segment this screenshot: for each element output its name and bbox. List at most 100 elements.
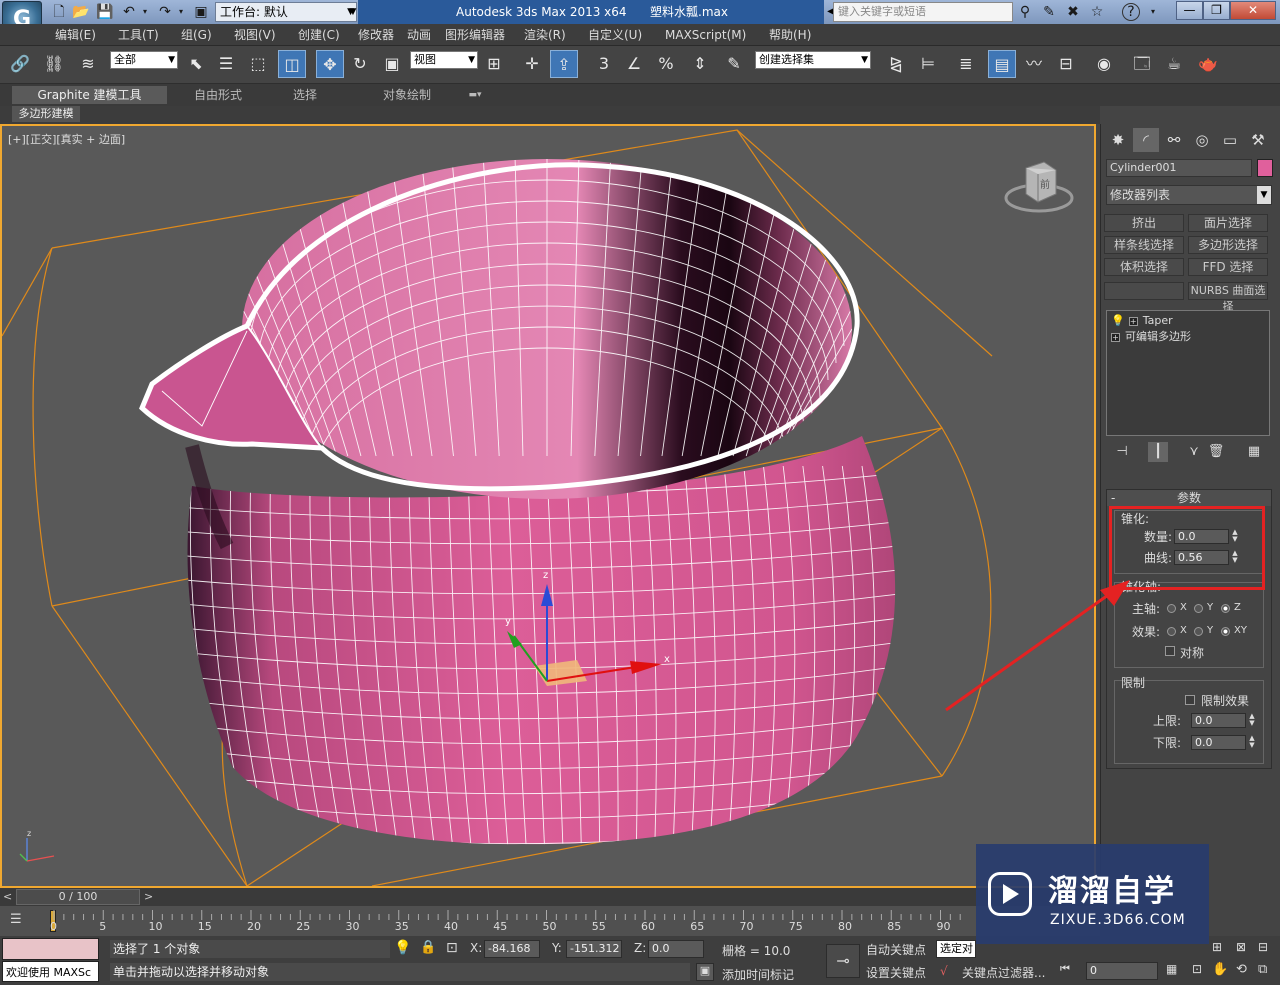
menu-edit[interactable]: 编辑(E): [52, 24, 99, 46]
schematic-view-icon[interactable]: ⊟: [1052, 50, 1080, 78]
zoom-all-icon[interactable]: ⊠: [1236, 940, 1246, 954]
viewport-perspective[interactable]: z x y z [+][正交][真实 + 边面] 前: [0, 124, 1096, 888]
selected-dropdown[interactable]: 选定对: [936, 940, 976, 958]
current-frame-field[interactable]: 0: [1086, 962, 1158, 980]
zoom-extents-all-icon[interactable]: ⊟: [1258, 940, 1268, 954]
tab-freeform[interactable]: 自由形式: [180, 86, 256, 104]
make-unique-icon[interactable]: ⋎: [1184, 442, 1204, 462]
menu-create[interactable]: 创建(C): [295, 24, 343, 46]
percent-snap-icon[interactable]: %: [652, 50, 680, 78]
object-color-swatch[interactable]: [1257, 159, 1273, 177]
search-input[interactable]: 键入关键字或短语: [833, 2, 1013, 22]
add-time-tag[interactable]: 添加时间标记: [722, 966, 794, 983]
material-editor-icon[interactable]: ◉: [1090, 50, 1118, 78]
angle-snap-icon[interactable]: ∠: [620, 50, 648, 78]
minimize-button[interactable]: —: [1176, 1, 1203, 20]
help-dropdown-icon[interactable]: ▾: [1144, 3, 1162, 21]
time-config-icon[interactable]: ▦: [1166, 962, 1177, 976]
select-rotate-icon[interactable]: ↻: [346, 50, 374, 78]
zoom-extents-icon[interactable]: ⊡: [1192, 962, 1202, 976]
lower-limit-spinner[interactable]: 0.0: [1191, 735, 1246, 750]
redo-icon[interactable]: ↷: [156, 3, 174, 21]
pivot-center-icon[interactable]: ⊞: [480, 50, 508, 78]
motion-tab-icon[interactable]: ◎: [1189, 128, 1215, 152]
save-icon[interactable]: 💾: [96, 3, 114, 21]
ffd-select-button[interactable]: FFD 选择: [1188, 258, 1268, 276]
y-coord-field[interactable]: -151.312: [566, 940, 622, 958]
empty-modifier-button[interactable]: [1104, 282, 1184, 300]
rect-selection-icon[interactable]: ⬚: [244, 50, 272, 78]
isolate-selection-icon[interactable]: 💡: [394, 940, 411, 956]
utilities-tab-icon[interactable]: ⚒: [1245, 128, 1271, 152]
effect-y-radio[interactable]: [1194, 627, 1203, 636]
primary-y-radio[interactable]: [1194, 604, 1203, 613]
bind-spacewarp-icon[interactable]: ≋: [74, 50, 102, 78]
stack-item-taper[interactable]: 💡 + Taper: [1111, 313, 1173, 329]
subscription-icon[interactable]: ✎: [1040, 3, 1058, 21]
configure-sets-icon[interactable]: ▦: [1244, 442, 1264, 462]
menu-modifiers[interactable]: 修改器: [355, 24, 397, 46]
viewport-label[interactable]: [+][正交][真实 + 边面]: [8, 131, 125, 147]
time-slider[interactable]: < 0 / 100 >: [0, 888, 1100, 906]
upper-limit-arrows[interactable]: ▲ ▼: [1247, 713, 1257, 728]
symmetry-checkbox[interactable]: [1165, 646, 1175, 656]
stack-item-editable-poly[interactable]: + 可编辑多边形: [1111, 329, 1191, 345]
communication-center-icon[interactable]: ✖: [1064, 3, 1082, 21]
layer-manager-icon[interactable]: ≣: [952, 50, 980, 78]
open-file-icon[interactable]: 📂: [72, 3, 90, 21]
align-icon[interactable]: ⊨: [914, 50, 942, 78]
help-icon[interactable]: ?: [1122, 3, 1140, 21]
pan-view-icon[interactable]: ✋: [1212, 962, 1228, 977]
maxscript-mini-listener-top[interactable]: [2, 938, 99, 960]
absolute-mode-icon[interactable]: ⊡: [446, 940, 458, 956]
display-tab-icon[interactable]: ▭: [1217, 128, 1243, 152]
track-bar[interactable]: ☰ 0 5 10 15 20 25 30 35 40 45 50 55 60 65 70 75 80 85 90: [0, 906, 1100, 936]
select-manipulate-icon[interactable]: ✛: [518, 50, 546, 78]
tab-selection[interactable]: 选择: [270, 86, 340, 104]
new-file-icon[interactable]: 🗋: [50, 3, 68, 21]
time-next-button[interactable]: >: [144, 890, 153, 903]
modifier-list-dropdown[interactable]: 修改器列表 ▼: [1106, 185, 1272, 205]
snaps-toggle-icon[interactable]: 3: [590, 50, 618, 78]
nurbs-surface-select-button[interactable]: NURBS 曲面选择: [1188, 282, 1268, 313]
tab-object-paint[interactable]: 对象绘制: [352, 86, 462, 104]
maxscript-mini-listener[interactable]: 欢迎使用 MAXSc: [2, 961, 99, 982]
unlink-icon[interactable]: ⛓: [40, 50, 68, 78]
menu-help[interactable]: 帮助(H): [766, 24, 814, 46]
undo-dropdown-icon[interactable]: ▾: [140, 3, 150, 21]
effect-xy-radio[interactable]: [1221, 627, 1230, 636]
favorites-star-icon[interactable]: ☆: [1088, 3, 1106, 21]
time-prev-button[interactable]: <: [3, 890, 12, 903]
menu-customize[interactable]: 自定义(U): [585, 24, 645, 46]
set-key-icon[interactable]: ⊸: [826, 944, 860, 978]
patch-select-button[interactable]: 面片选择: [1188, 214, 1268, 232]
workspace-dropdown[interactable]: 工作台: 默认 ▼: [215, 2, 357, 22]
time-tag-icon[interactable]: ▣: [696, 963, 714, 981]
zoom-region-icon[interactable]: ⊞: [1212, 940, 1222, 954]
menu-group[interactable]: 组(G): [178, 24, 215, 46]
rendered-frame-icon[interactable]: ☕: [1160, 50, 1188, 78]
maximize-viewport-icon[interactable]: ⧉: [1258, 962, 1267, 977]
undo-icon[interactable]: ↶: [120, 3, 138, 21]
remove-modifier-icon[interactable]: 🗑: [1206, 442, 1226, 462]
volume-select-button[interactable]: 体积选择: [1104, 258, 1184, 276]
render-setup-icon[interactable]: 🗔: [1128, 50, 1156, 78]
ribbon-options-icon[interactable]: ▬▾: [462, 86, 488, 104]
mirror-icon[interactable]: ⧎: [882, 50, 910, 78]
select-move-icon[interactable]: ✥: [316, 50, 344, 78]
render-production-icon[interactable]: 🫖: [1194, 50, 1222, 78]
x-coord-field[interactable]: -84.168: [484, 940, 540, 958]
spinner-snap-icon[interactable]: ⇕: [686, 50, 714, 78]
link-icon[interactable]: 🔗: [6, 50, 34, 78]
ribbon-polygon-modeling[interactable]: 多边形建模: [12, 106, 80, 122]
menu-animation[interactable]: 动画: [404, 24, 434, 46]
selection-filter-dropdown[interactable]: 全部 ▼: [110, 51, 178, 69]
menu-views[interactable]: 视图(V): [231, 24, 279, 46]
window-crossing-icon[interactable]: ◫: [278, 50, 306, 78]
primary-z-radio[interactable]: [1221, 604, 1230, 613]
project-folder-icon[interactable]: ▣: [192, 3, 210, 21]
time-slider-thumb[interactable]: 0 / 100: [16, 889, 140, 905]
set-key-button[interactable]: 设置关键点: [866, 964, 926, 981]
tab-graphite-modeling[interactable]: Graphite 建模工具: [12, 86, 167, 104]
graphite-toggle-icon[interactable]: ▤: [988, 50, 1016, 78]
